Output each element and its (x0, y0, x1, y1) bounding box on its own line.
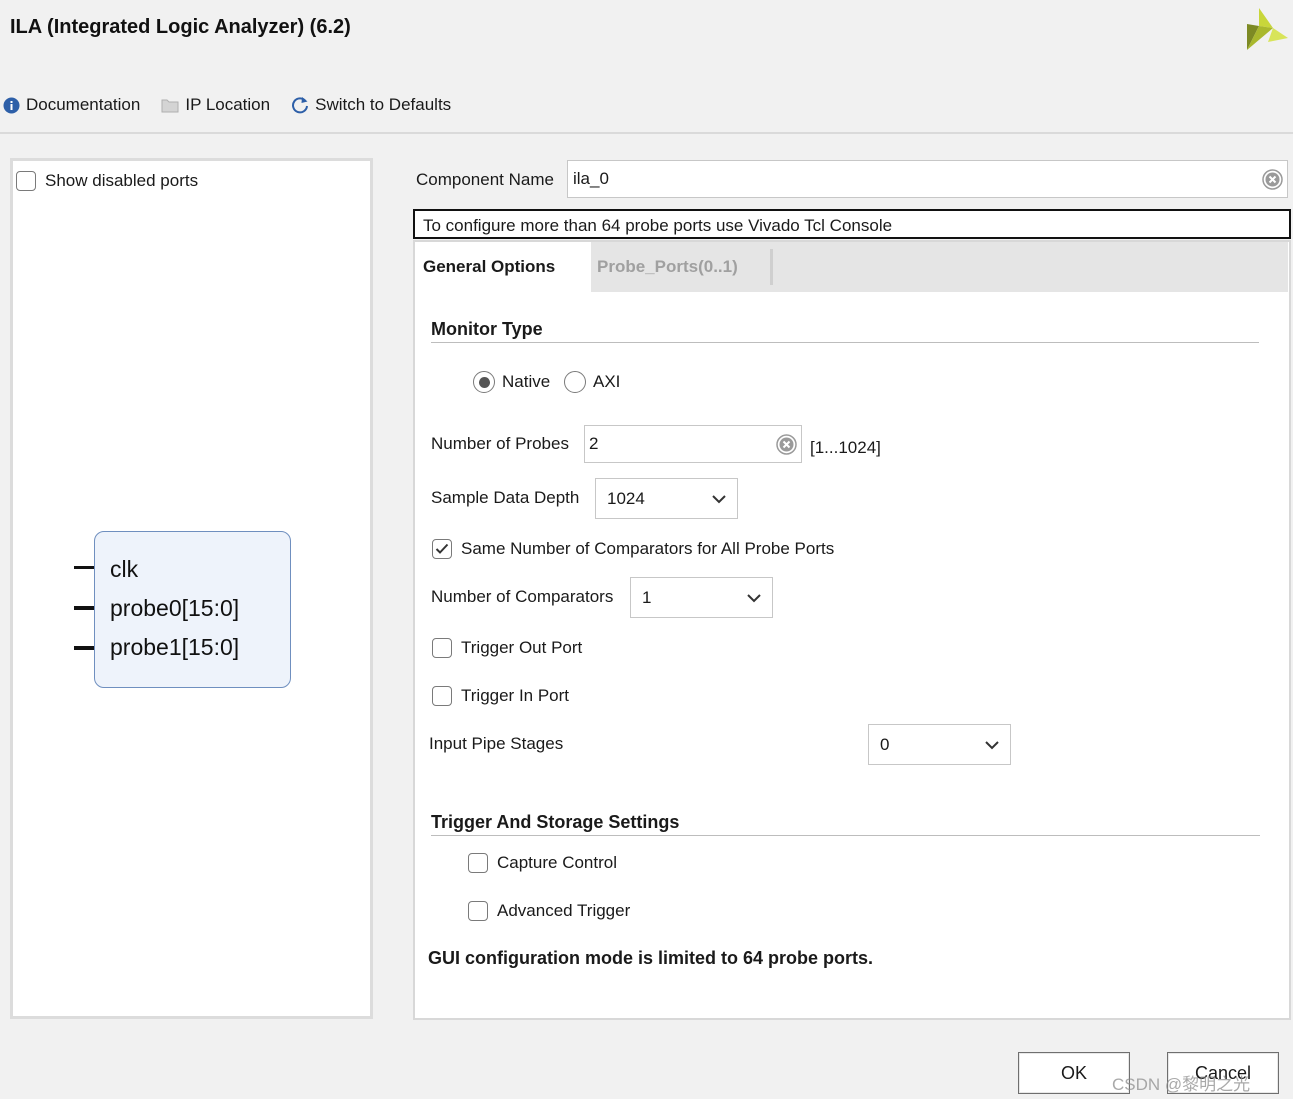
component-name-input[interactable]: ila_0 (567, 160, 1288, 198)
refresh-icon (291, 96, 309, 114)
same-comparators-label: Same Number of Comparators for All Probe… (461, 539, 835, 558)
info-banner: To configure more than 64 probe ports us… (413, 209, 1291, 239)
num-comparators-value: 1 (642, 587, 652, 607)
section-divider (431, 835, 1260, 836)
monitor-type-axi-option[interactable]: AXI (564, 371, 620, 393)
sample-depth-label: Sample Data Depth (431, 488, 580, 507)
trigger-storage-heading: Trigger And Storage Settings (431, 812, 680, 832)
trigger-in-option[interactable]: Trigger In Port (432, 686, 569, 706)
switch-to-defaults-button[interactable]: Switch to Defaults (291, 95, 451, 115)
info-icon (3, 97, 20, 114)
num-comparators-select[interactable]: 1 (630, 577, 773, 618)
clear-icon[interactable] (1262, 169, 1283, 195)
probe0-pin (74, 606, 94, 610)
watermark: CSDN @黎明之光 (1112, 1075, 1251, 1094)
documentation-label: Documentation (26, 95, 141, 114)
folder-icon (161, 98, 179, 113)
port-label-clk: clk (110, 556, 139, 582)
show-disabled-ports-option[interactable]: Show disabled ports (16, 171, 198, 191)
component-name-label: Component Name (416, 170, 554, 189)
clk-pin (74, 566, 94, 569)
tab-probe-ports[interactable]: Probe_Ports(0..1) (597, 257, 738, 277)
pipe-stages-label: Input Pipe Stages (429, 734, 564, 753)
toolbar-divider (0, 132, 1293, 134)
axi-radio[interactable] (564, 371, 586, 393)
chevron-down-icon (746, 588, 762, 608)
pipe-stages-value: 0 (880, 734, 890, 754)
ip-location-button[interactable]: IP Location (161, 95, 270, 115)
show-disabled-ports-checkbox[interactable] (16, 171, 36, 191)
port-label-probe1: probe1[15:0] (110, 634, 240, 660)
section-divider (431, 342, 1259, 343)
capture-control-checkbox[interactable] (468, 853, 488, 873)
num-probes-label: Number of Probes (431, 434, 569, 453)
advanced-trigger-option[interactable]: Advanced Trigger (468, 901, 630, 921)
num-probes-value: 2 (589, 434, 599, 453)
capture-control-label: Capture Control (497, 853, 618, 872)
trigger-in-checkbox[interactable] (432, 686, 452, 706)
native-radio[interactable] (473, 371, 495, 393)
capture-control-option[interactable]: Capture Control (468, 853, 617, 873)
tab-general-options[interactable]: General Options (415, 242, 591, 292)
tab-divider (770, 249, 773, 285)
same-comparators-option[interactable]: Same Number of Comparators for All Probe… (432, 539, 834, 559)
gui-limit-note: GUI configuration mode is limited to 64 … (428, 948, 874, 968)
checkmark-icon (435, 543, 449, 554)
window-title: ILA (Integrated Logic Analyzer) (6.2) (10, 16, 351, 38)
trigger-out-checkbox[interactable] (432, 638, 452, 658)
native-label: Native (502, 372, 551, 391)
show-disabled-ports-label: Show disabled ports (45, 171, 199, 190)
trigger-out-label: Trigger Out Port (461, 638, 583, 657)
monitor-type-heading: Monitor Type (431, 319, 543, 339)
monitor-type-native-option[interactable]: Native (473, 371, 550, 393)
num-probes-range: [1...1024] (810, 438, 881, 457)
documentation-button[interactable]: Documentation (3, 95, 140, 115)
num-comparators-label: Number of Comparators (431, 587, 614, 606)
advanced-trigger-label: Advanced Trigger (497, 901, 631, 920)
advanced-trigger-checkbox[interactable] (468, 901, 488, 921)
component-name-value: ila_0 (573, 169, 609, 188)
switch-to-defaults-label: Switch to Defaults (315, 95, 452, 114)
clear-icon[interactable] (776, 434, 797, 460)
axi-label: AXI (593, 372, 621, 391)
trigger-out-option[interactable]: Trigger Out Port (432, 638, 582, 658)
probe1-pin (74, 646, 94, 650)
trigger-in-label: Trigger In Port (461, 686, 570, 705)
chevron-down-icon (984, 735, 1000, 755)
pipe-stages-select[interactable]: 0 (868, 724, 1011, 765)
toolbar: Documentation IP Location Switch to Defa… (0, 93, 469, 117)
same-comparators-checkbox[interactable] (432, 539, 452, 559)
port-label-probe0: probe0[15:0] (110, 595, 240, 621)
sample-depth-select[interactable]: 1024 (595, 478, 738, 519)
sample-depth-value: 1024 (607, 488, 645, 508)
radio-selected-dot (478, 376, 490, 388)
chevron-down-icon (711, 489, 727, 509)
num-probes-input[interactable]: 2 (584, 425, 802, 463)
xilinx-logo-icon (1240, 6, 1292, 52)
ip-location-label: IP Location (185, 95, 271, 114)
